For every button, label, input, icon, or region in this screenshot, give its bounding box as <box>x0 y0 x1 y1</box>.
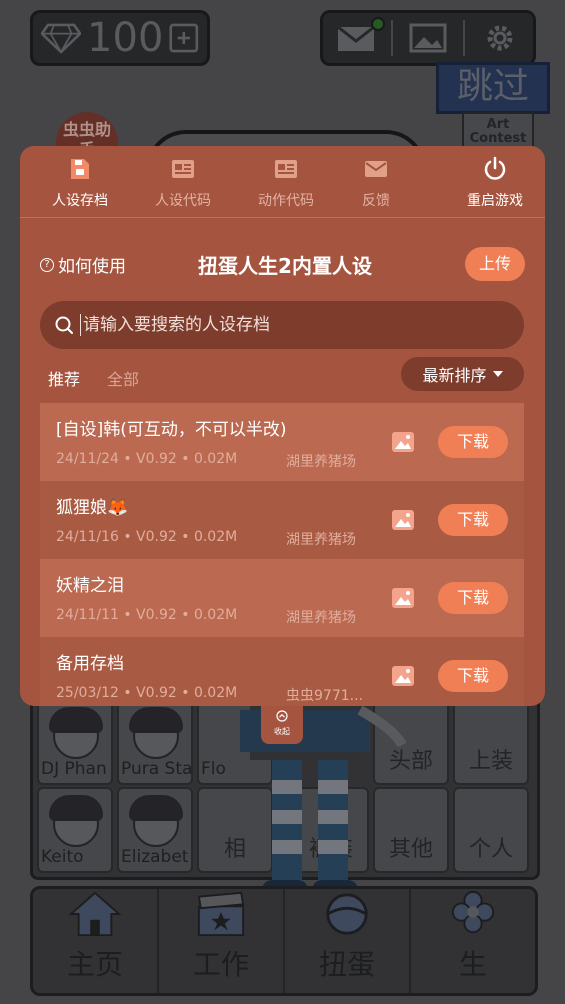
caret-down-icon <box>492 371 503 377</box>
tab-feedback[interactable]: 反馈 <box>326 156 426 210</box>
save-file-icon <box>71 159 89 179</box>
id-card-icon <box>275 160 297 178</box>
how-to-use-link[interactable]: ? 如何使用 <box>40 252 126 277</box>
how-to-use-label: 如何使用 <box>58 257 126 277</box>
item-meta: 24/11/16 • V0.92 • 0.02M <box>56 529 238 545</box>
list-item[interactable]: 妖精之泪 24/11/11 • V0.92 • 0.02M 湖里养猪场 下载 <box>40 559 524 637</box>
download-button[interactable]: 下载 <box>438 426 508 458</box>
item-name: 备用存档 <box>56 654 124 674</box>
download-button[interactable]: 下载 <box>438 660 508 692</box>
list-item[interactable]: 狐狸娘🦊 24/11/16 • V0.92 • 0.02M 湖里养猪场 下载 <box>40 481 524 559</box>
download-button[interactable]: 下载 <box>438 504 508 536</box>
item-author: 湖里养猪场 <box>286 532 356 548</box>
tab-character-archive[interactable]: 人设存档 <box>30 156 130 210</box>
list-item[interactable]: [自设]韩(可互动，不可以半改) 24/11/24 • V0.92 • 0.02… <box>40 403 524 481</box>
item-author: 虫虫9771... <box>286 688 363 704</box>
item-author: 湖里养猪场 <box>286 610 356 626</box>
tab-action-code[interactable]: 动作代码 <box>236 156 336 210</box>
id-card-icon <box>172 160 194 178</box>
chevron-up-icon <box>276 710 288 722</box>
list-item[interactable]: 备用存档 25/03/12 • V0.92 • 0.02M 虫虫9771... … <box>40 637 524 706</box>
search-bar[interactable] <box>40 301 524 349</box>
archive-modal: 人设存档 人设代码 动作代码 反馈 重启游戏 ? 如何使用 扭蛋人生2内置人设 … <box>20 146 545 706</box>
tab-label: 人设代码 <box>155 193 211 209</box>
image-preview-icon[interactable] <box>391 586 415 610</box>
collapse-label: 收起 <box>274 727 290 736</box>
item-author: 湖里养猪场 <box>286 454 356 470</box>
tab-label: 动作代码 <box>258 193 314 209</box>
modal-tabbar: 人设存档 人设代码 动作代码 反馈 重启游戏 <box>20 146 545 218</box>
mail-icon <box>365 161 387 177</box>
item-meta: 24/11/11 • V0.92 • 0.02M <box>56 607 238 623</box>
archive-list: [自设]韩(可互动，不可以半改) 24/11/24 • V0.92 • 0.02… <box>40 403 524 706</box>
modal-title: 扭蛋人生2内置人设 <box>198 254 372 278</box>
tab-character-code[interactable]: 人设代码 <box>133 156 233 210</box>
upload-button[interactable]: 上传 <box>465 247 525 281</box>
search-icon <box>55 316 73 334</box>
image-preview-icon[interactable] <box>391 430 415 454</box>
item-name: [自设]韩(可互动，不可以半改) <box>56 420 287 440</box>
tab-label: 人设存档 <box>52 193 108 209</box>
text-caret <box>80 314 81 336</box>
sort-dropdown[interactable]: 最新排序 <box>401 357 524 391</box>
restart-game-button[interactable]: 重启游戏 <box>445 156 545 210</box>
download-button[interactable]: 下载 <box>438 582 508 614</box>
item-name: 狐狸娘🦊 <box>56 498 129 518</box>
filter-recommend[interactable]: 推荐 <box>48 366 80 390</box>
power-icon <box>484 156 506 180</box>
question-icon: ? <box>40 257 54 272</box>
search-input[interactable] <box>83 315 524 335</box>
item-meta: 24/11/24 • V0.92 • 0.02M <box>56 451 238 467</box>
tab-label: 重启游戏 <box>467 193 523 209</box>
image-preview-icon[interactable] <box>391 664 415 688</box>
image-preview-icon[interactable] <box>391 508 415 532</box>
tab-label: 反馈 <box>362 193 390 209</box>
sort-label: 最新排序 <box>422 366 487 385</box>
item-meta: 25/03/12 • V0.92 • 0.02M <box>56 685 238 701</box>
collapse-button[interactable]: 收起 <box>261 706 303 744</box>
filter-all[interactable]: 全部 <box>107 366 139 390</box>
item-name: 妖精之泪 <box>56 576 124 596</box>
